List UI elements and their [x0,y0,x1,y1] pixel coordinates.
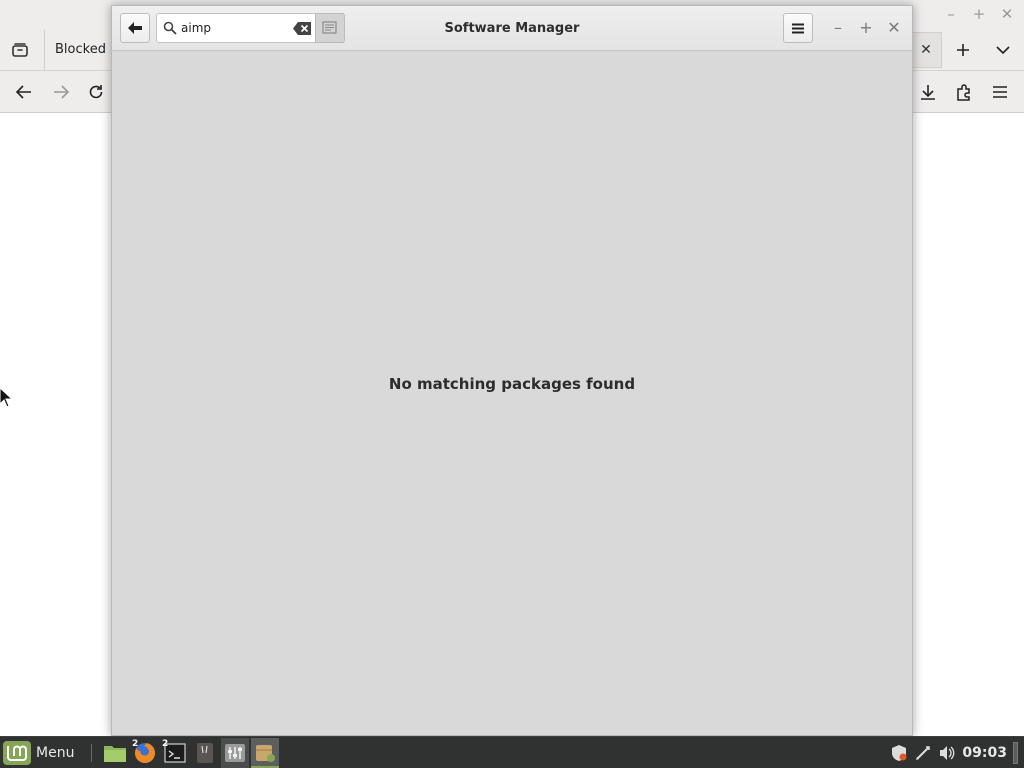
menu-label: Menu [36,745,75,761]
software-manager-window-button[interactable] [251,738,279,768]
reload-icon[interactable] [84,80,108,104]
browser-tab[interactable]: Blocked [44,30,112,70]
folder-icon [104,746,126,762]
close-tab-icon[interactable]: ✕ [914,38,938,62]
extensions-icon[interactable] [952,80,976,104]
downloads-icon[interactable] [916,80,940,104]
system-settings-window[interactable] [221,738,249,768]
settings-sliders-icon [225,744,245,762]
network-disconnected-icon[interactable] [914,744,932,762]
window-count-badge: 2 [162,739,169,749]
start-menu-button[interactable]: Menu [2,738,86,768]
clock[interactable]: 09:03 [962,745,1007,761]
taskbar-separator [91,744,92,762]
back-arrow-icon[interactable] [12,80,36,104]
hamburger-menu-icon [792,23,804,33]
no-results-message: No matching packages found [388,375,636,393]
volume-icon[interactable] [938,744,956,762]
linux-mint-logo-icon [3,741,31,765]
taskbar: Menu 2 2 09:03 [0,736,1024,768]
forward-arrow-icon[interactable] [49,80,73,104]
minimize-icon[interactable]: – [828,18,848,38]
browser-minimize-icon[interactable]: – [941,4,961,24]
software-manager-window: Software Manager – + ✕ No matching packa… [111,5,913,736]
close-icon[interactable]: ✕ [884,18,904,38]
mouse-cursor-icon [0,388,12,408]
search-icon [163,21,177,35]
header-bar: Software Manager – + ✕ [112,6,912,51]
main-menu-button[interactable] [783,13,813,43]
browser-maximize-icon[interactable]: + [969,4,989,24]
firefox-launcher[interactable]: 2 [131,738,159,768]
update-manager-shield-icon[interactable] [890,744,908,762]
system-tray: 09:03 [890,738,1018,768]
window-title: Software Manager [444,21,580,36]
terminal-launcher[interactable]: 2 [161,738,189,768]
browser-close-icon[interactable]: ✕ [997,4,1017,24]
hamburger-menu-icon[interactable] [988,80,1012,104]
back-button[interactable] [120,13,150,43]
tab-overview-icon[interactable] [8,38,32,62]
package-icon [256,745,275,762]
new-tab-icon[interactable] [951,38,975,62]
document-search-icon [322,21,337,34]
clear-search-icon[interactable] [293,22,311,35]
text-editor-launcher[interactable] [191,738,219,768]
list-tabs-chevron-icon[interactable] [991,38,1015,62]
show-desktop-button[interactable] [1013,742,1018,764]
maximize-icon[interactable]: + [856,18,876,38]
search-in-description-button[interactable] [315,13,345,43]
search-input[interactable] [181,18,311,38]
text-editor-icon [197,743,213,763]
back-arrow-icon [128,22,142,34]
file-manager-launcher[interactable] [101,738,129,768]
window-count-badge: 2 [132,739,139,749]
